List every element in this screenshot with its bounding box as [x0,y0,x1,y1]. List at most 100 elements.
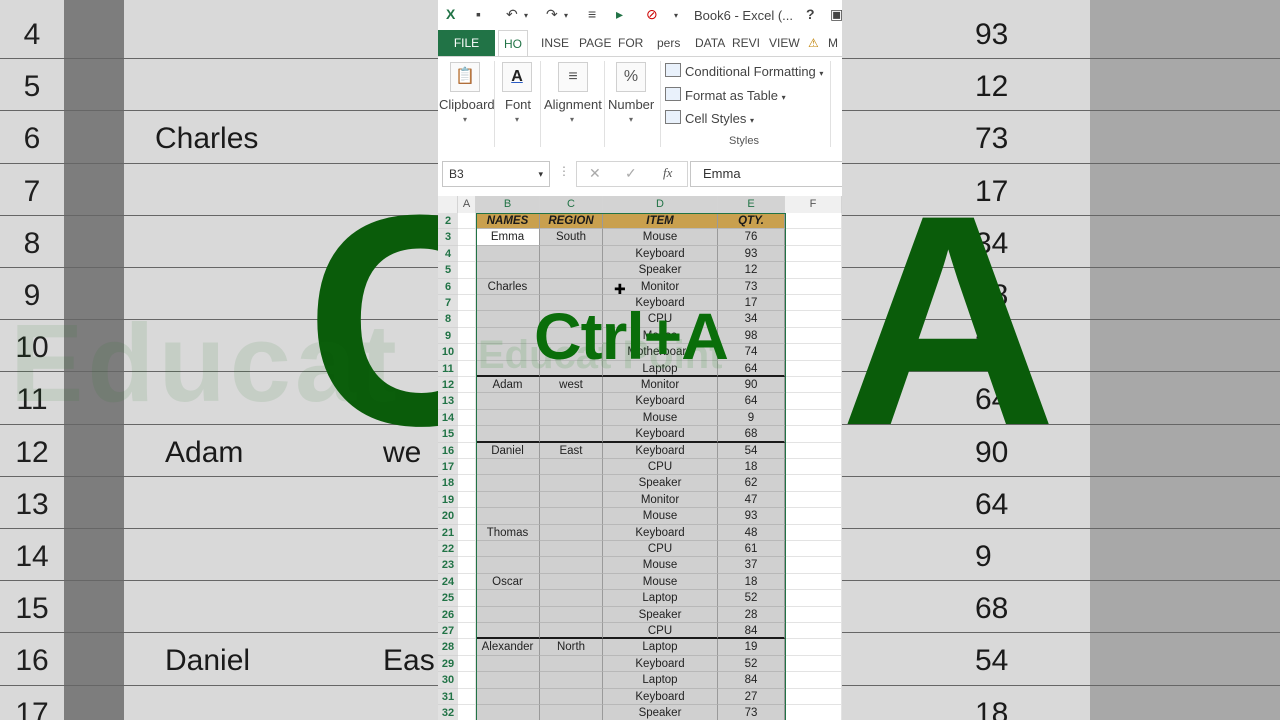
grid-cell[interactable] [785,409,842,427]
grid-cell[interactable] [476,705,540,720]
row-header[interactable]: 13 [438,393,458,410]
tab-data[interactable]: DATA [695,30,725,56]
grid-cell[interactable] [785,688,842,705]
row-header[interactable]: 32 [438,705,458,720]
grid-cell[interactable]: 28 [718,606,785,623]
grid-cell[interactable]: 52 [718,590,785,607]
grid-cell[interactable] [476,475,540,492]
grid-cell[interactable] [540,245,603,263]
row-header[interactable]: 14 [438,409,458,427]
grid-cell[interactable] [476,655,540,673]
row-header[interactable]: 22 [438,541,458,558]
grid-cell[interactable] [458,475,476,492]
macro-icon[interactable]: ▸ [616,6,623,23]
grid-cell[interactable] [785,590,842,607]
grid-cell[interactable]: Charles [476,278,540,295]
customize-qat-icon[interactable]: ▾ [674,11,678,20]
row-header[interactable]: 29 [438,655,458,673]
grid-cell[interactable] [458,278,476,295]
grid-cell[interactable]: 84 [718,672,785,689]
grid-cell[interactable] [540,655,603,673]
grid-cell[interactable]: Monitor [603,377,718,394]
grid-cell[interactable]: CPU [603,623,718,640]
grid-cell[interactable] [458,672,476,689]
grid-cell[interactable] [785,475,842,492]
header-cell[interactable]: REGION [540,213,603,230]
grid-cell[interactable] [785,229,842,246]
grid-cell[interactable] [540,557,603,574]
row-header[interactable]: 2 [438,213,458,230]
grid-cell[interactable] [458,295,476,312]
grid-cell[interactable]: Laptop [603,672,718,689]
row-header[interactable]: 15 [438,426,458,443]
grid-cell[interactable]: 18 [718,573,785,591]
grid-cell[interactable]: 52 [718,655,785,673]
column-header-e[interactable]: E [718,196,785,213]
tab-formulas[interactable]: FOR [618,30,643,56]
grid-cell[interactable] [476,393,540,410]
grid-cell[interactable]: Laptop [603,590,718,607]
grid-cell[interactable] [540,409,603,427]
grid-cell[interactable]: Speaker [603,262,718,279]
grid-cell[interactable] [785,426,842,443]
grid-cell[interactable] [458,409,476,427]
grid-cell[interactable]: Keyboard [603,245,718,263]
header-cell[interactable] [785,213,842,230]
clear-icon[interactable]: ⊘ [646,6,658,23]
grid-cell[interactable] [458,655,476,673]
tab-home[interactable]: HO [498,30,528,57]
grid-cell[interactable] [476,459,540,476]
grid-cell[interactable] [458,459,476,476]
grid-cell[interactable] [458,377,476,394]
header-cell[interactable]: NAMES [476,213,540,230]
grid-cell[interactable] [540,393,603,410]
grid-cell[interactable]: Monitor [603,491,718,509]
grid-cell[interactable] [458,327,476,345]
grid-cell[interactable]: 48 [718,524,785,541]
grid-cell[interactable] [476,311,540,328]
grid-cell[interactable]: Keyboard [603,524,718,541]
grid-cell[interactable] [540,573,603,591]
grid-cell[interactable]: 17 [718,295,785,312]
grid-cell[interactable]: Mouse [603,229,718,246]
grid-cell[interactable] [476,295,540,312]
grid-cell[interactable] [785,377,842,394]
row-header[interactable]: 12 [438,377,458,394]
ribbon-options-icon[interactable]: ▣ [830,6,842,23]
worksheet-grid[interactable]: A B C D E F 2 NAMES REGION ITEM QTY. 3 Emma Sou… [438,196,842,720]
group-font[interactable]: A Font ▾ [498,57,538,153]
grid-cell[interactable] [476,557,540,574]
conditional-formatting-button[interactable]: Conditional Formatting ▾ [665,63,823,79]
grid-cell[interactable]: Mouse [603,573,718,591]
grid-cell[interactable]: 64 [718,393,785,410]
grid-cell[interactable]: west [540,377,603,394]
grid-cell[interactable] [458,590,476,607]
grid-cell[interactable]: 73 [718,705,785,720]
grid-cell[interactable] [476,623,540,640]
grid-cell[interactable] [458,688,476,705]
grid-cell[interactable] [458,623,476,640]
grid-cell[interactable] [458,541,476,558]
grid-cell[interactable] [540,278,603,295]
row-header[interactable]: 4 [438,245,458,263]
grid-cell[interactable] [785,639,842,656]
row-header[interactable]: 19 [438,491,458,509]
grid-cell[interactable]: 68 [718,426,785,443]
grid-cell[interactable] [540,524,603,541]
tab-file[interactable]: FILE [438,30,495,56]
grid-cell[interactable] [476,262,540,279]
row-header[interactable]: 24 [438,573,458,591]
grid-cell[interactable] [458,344,476,361]
grid-cell[interactable] [785,311,842,328]
grid-cell[interactable] [458,245,476,263]
grid-cell[interactable]: Speaker [603,475,718,492]
grid-cell[interactable] [458,557,476,574]
grid-cell[interactable]: 93 [718,508,785,525]
redo-icon[interactable]: ↷ [546,6,558,23]
grid-cell[interactable] [476,590,540,607]
grid-cell[interactable] [540,541,603,558]
grid-cell[interactable] [785,672,842,689]
row-header[interactable]: 6 [438,278,458,295]
tab-page-layout[interactable]: PAGE [579,30,611,56]
grid-cell[interactable]: Keyboard [603,655,718,673]
